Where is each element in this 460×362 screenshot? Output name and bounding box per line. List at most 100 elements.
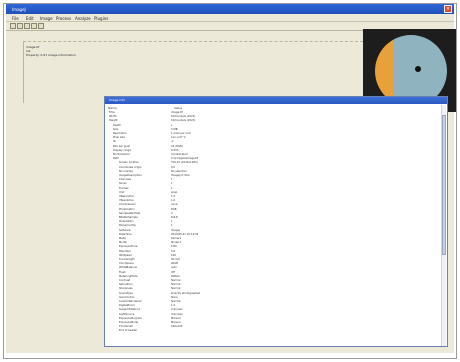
table-row[interactable]: Saturation Normal (105, 283, 440, 286)
table-row[interactable]: Model Model X (105, 241, 440, 244)
table-row[interactable]: Slices 1 (105, 182, 440, 185)
row-key: Photometric (119, 207, 135, 211)
row-value: 1 (171, 224, 173, 228)
app-title: ImageJ (12, 7, 26, 12)
table-row[interactable]: ColorSpace sRGB (105, 262, 440, 265)
menu-process[interactable]: Process (56, 16, 71, 21)
row-key: Thumbnail (119, 325, 133, 329)
table-row[interactable]: ExposureTime 1/60 (105, 245, 440, 248)
table-row[interactable]: Screen location 370,32 (1024x1024) (105, 161, 440, 164)
line-tool-icon[interactable] (31, 23, 37, 29)
rectangle-tool-icon[interactable] (10, 23, 16, 29)
row-value: 8,8,8 (171, 216, 178, 219)
table-row[interactable]: Size 3 MB (105, 128, 440, 131)
row-key: Size (113, 127, 119, 131)
table-row[interactable]: SceneType Directly photographed (105, 292, 440, 295)
table-row[interactable]: Software ImageJ (105, 229, 440, 232)
table-row[interactable]: LightSource Unknown (105, 313, 440, 316)
table-row[interactable]: Path C:\\Images\\image.tif (105, 157, 440, 160)
table-row[interactable]: ISOSpeed 100 (105, 254, 440, 257)
table-row[interactable]: Bits per pixel 24 (RGB) (105, 145, 440, 148)
table-row[interactable]: Make Camera (105, 237, 440, 240)
table-row[interactable]: WhiteBalance Auto (105, 266, 440, 269)
table-row[interactable]: ID -2 (105, 140, 440, 143)
row-key: ImageDescription (119, 174, 142, 177)
row-key: XResolution (119, 195, 135, 198)
row-key: SubjectDistance (119, 308, 141, 312)
table-row[interactable]: Coordinate origin 0,0 (105, 166, 440, 169)
row-key: ExposureProgram (119, 316, 142, 320)
row-key: WhiteBalance (119, 266, 137, 270)
table-row[interactable]: Display range 0-255 (105, 149, 440, 152)
polygon-tool-icon[interactable] (24, 23, 30, 29)
table-row[interactable]: Height 1024 pixels (1024) (105, 119, 440, 122)
row-key: Display range (113, 148, 131, 152)
row-key: No overlay (119, 169, 133, 173)
row-value: No selection (171, 169, 188, 173)
scrollbar-thumb[interactable] (442, 115, 446, 255)
row-value: none (171, 203, 178, 207)
table-row[interactable]: MeteringMode Pattern (105, 275, 440, 278)
row-key: FocalLength (119, 258, 135, 261)
table-row[interactable]: No threshold Uncalibrated (105, 153, 440, 156)
table-row[interactable]: PlanarConfig 1 (105, 224, 440, 227)
table-row[interactable]: Thumbnail 160x120 (105, 325, 440, 328)
row-value: Unknown (171, 312, 184, 316)
row-key: Slices (119, 182, 127, 186)
table-row[interactable]: SubjectDistance Unknown (105, 308, 440, 311)
row-value: 3 MB (171, 127, 178, 131)
menu-plugins[interactable]: Plugins (94, 16, 108, 21)
table-row[interactable]: GainControl None (105, 296, 440, 299)
table-row[interactable]: FNumber 5.6 (105, 250, 440, 253)
table-row[interactable]: Title image.tif (105, 111, 440, 114)
row-key: SamplesPerPixel (119, 211, 141, 215)
table-row[interactable]: ExposureMode Manual (105, 321, 440, 324)
row-value: 24 (RGB) (171, 144, 183, 148)
table-row[interactable]: Resolution 1 pixel per unit (105, 132, 440, 135)
table-row[interactable]: DateTime 2019:05:21 10:14:02 (105, 233, 440, 236)
panel-border-left (23, 41, 24, 103)
table-row[interactable]: Depth 1 (105, 124, 440, 127)
table-row[interactable]: Flash Off (105, 271, 440, 274)
info-dialog: Image Info Name Value Title image.tif Widt… (104, 96, 448, 347)
row-key: Pixel size (113, 136, 125, 140)
close-button[interactable]: × (444, 5, 452, 13)
table-row[interactable]: SamplesPerPixel 3 (105, 212, 440, 215)
row-value: 1.0 (171, 304, 176, 308)
table-row[interactable]: Compression none (105, 203, 440, 206)
table-row[interactable]: Width 1024 pixels (1024) (105, 115, 440, 118)
row-key: Model (119, 241, 127, 245)
table-row[interactable]: FocalLength 50 mm (105, 258, 440, 261)
table-row[interactable]: Frames 1 (105, 187, 440, 190)
row-value: 160x120 (171, 325, 183, 329)
table-row[interactable]: Channels 1 (105, 178, 440, 181)
table-row[interactable]: Unit pixel (105, 191, 440, 194)
vertical-scrollbar[interactable] (441, 105, 446, 346)
table-row[interactable]: BitsPerSample 8,8,8 (105, 216, 440, 219)
table-row[interactable]: Photometric RGB (105, 208, 440, 211)
text-tool-icon[interactable] (38, 23, 44, 29)
table-row[interactable]: ExposureProgram Manual (105, 317, 440, 320)
menu-edit[interactable]: Edit (26, 16, 34, 21)
table-row[interactable]: Orientation 1 (105, 220, 440, 223)
table-row[interactable]: XResolution 1.0 (105, 195, 440, 198)
table-row[interactable]: YResolution 1.0 (105, 199, 440, 202)
oval-tool-icon[interactable] (17, 23, 23, 29)
table-row[interactable]: End of header (105, 329, 440, 332)
row-value: sRGB (171, 262, 178, 266)
menu-analyze[interactable]: Analyze (75, 16, 91, 21)
row-value: 1.0 (171, 195, 176, 198)
table-row[interactable]: Sharpness Normal (105, 287, 440, 290)
menu-image[interactable]: Image (40, 16, 53, 21)
table-row[interactable]: Pixel size 1x1 unit^2 (105, 136, 440, 139)
table-row[interactable]: Contrast Normal (105, 279, 440, 282)
row-value: 0-255 (171, 148, 179, 152)
table-row[interactable]: CustomRendered Normal (105, 300, 440, 303)
table-row[interactable]: DigitalZoom 1.0 (105, 304, 440, 307)
row-value: 50 mm (171, 258, 181, 261)
table-row[interactable]: No overlay No selection (105, 170, 440, 173)
table-row[interactable]: ImageDescription ImageJ=1.52a (105, 174, 440, 177)
row-key: Title (109, 111, 115, 114)
row-key: Contrast (119, 279, 131, 282)
menu-file[interactable]: File (12, 16, 19, 21)
